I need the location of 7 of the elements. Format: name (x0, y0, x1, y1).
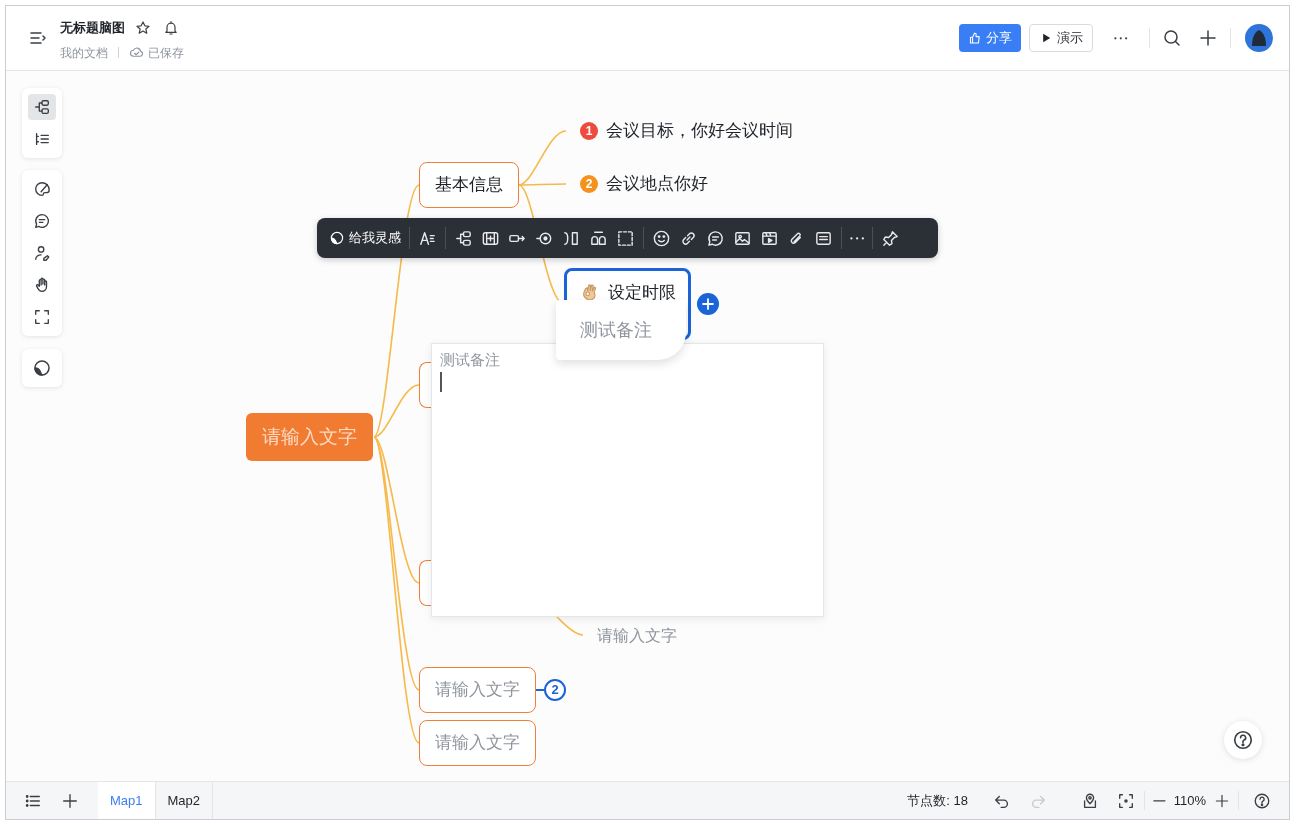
priority-badge: 2 (580, 175, 598, 193)
priority-badge: 1 (580, 122, 598, 140)
node-count: 节点数: 18 (907, 791, 968, 810)
zoom-level: 110% (1172, 791, 1207, 810)
save-status: 已保存 (148, 44, 184, 62)
note-tooltip: 测试备注 (556, 300, 686, 360)
document-title: 无标题脑图 (60, 18, 125, 37)
